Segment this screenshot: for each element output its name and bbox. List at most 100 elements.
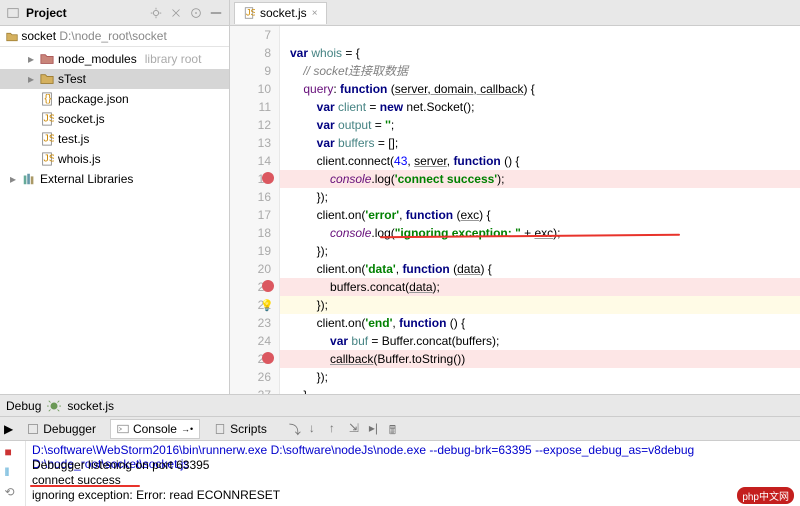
step-out-icon[interactable]: ↑: [329, 421, 345, 437]
line-number: 20: [230, 260, 271, 278]
line-number: 16: [230, 188, 271, 206]
line-number: 12: [230, 116, 271, 134]
line-number[interactable]: 15: [230, 170, 271, 188]
line-number[interactable]: 21: [230, 278, 271, 296]
tree-item-node-modules[interactable]: ▸ node_modules library root: [0, 49, 229, 69]
tree-label: package.json: [58, 92, 129, 106]
line-number: 8: [230, 44, 271, 62]
close-icon[interactable]: ×: [312, 8, 318, 19]
watermark-logo: php中文网: [737, 487, 794, 504]
line-number: 10: [230, 80, 271, 98]
project-header: Project: [0, 0, 229, 26]
line-number: 17: [230, 206, 271, 224]
folder-icon: [40, 72, 54, 86]
tree-item-socket-js[interactable]: JS socket.js: [0, 109, 229, 129]
folder-icon: [40, 52, 54, 66]
annotation-underline: [30, 485, 140, 487]
json-file-icon: {}: [40, 92, 54, 106]
hide-icon[interactable]: [209, 6, 223, 20]
tab-label: socket.js: [260, 6, 307, 20]
line-number: 23: [230, 314, 271, 332]
line-number: 13: [230, 134, 271, 152]
line-number: 7: [230, 26, 271, 44]
line-number: 22💡: [230, 296, 271, 314]
js-file-icon: JS: [40, 152, 54, 166]
console-icon: [117, 423, 129, 435]
line-number: 26: [230, 368, 271, 386]
scripts-icon: [214, 423, 226, 435]
debug-header: Debug socket.js: [0, 394, 800, 416]
intent-bulb-icon[interactable]: 💡: [260, 297, 274, 315]
gutter[interactable]: 7 8 9 10 11 12 13 14 15 16 17 18 19 20 2…: [230, 26, 280, 394]
step-into-icon[interactable]: ↓: [309, 421, 325, 437]
expand-arrow-icon[interactable]: ▸: [28, 52, 36, 66]
console-line: D:\software\WebStorm2016\bin\runnerw.exe…: [32, 443, 794, 458]
expand-arrow-icon[interactable]: ▸: [28, 72, 36, 86]
tree-item-stest[interactable]: ▸ sTest: [0, 69, 229, 89]
tree-item-whois-js[interactable]: JS whois.js: [0, 149, 229, 169]
tab-debugger[interactable]: Debugger: [21, 420, 102, 438]
tree-label: whois.js: [58, 152, 101, 166]
tree-label: sTest: [58, 72, 86, 86]
tab-console[interactable]: Console →•: [110, 419, 200, 439]
project-sidebar: Project socket D:\node_root\socket ▸ nod…: [0, 0, 230, 394]
tree-label: External Libraries: [40, 172, 133, 186]
debug-target: socket.js: [67, 399, 114, 413]
line-number: 9: [230, 62, 271, 80]
debugger-icon: [27, 423, 39, 435]
code-area[interactable]: 7 8 9 10 11 12 13 14 15 16 17 18 19 20 2…: [230, 26, 800, 394]
tree-item-test-js[interactable]: JS test.js: [0, 129, 229, 149]
tab-scripts[interactable]: Scripts: [208, 420, 273, 438]
svg-text:JS: JS: [44, 133, 55, 145]
folder-icon: [6, 31, 18, 43]
target-icon[interactable]: [189, 6, 203, 20]
line-number: 11: [230, 98, 271, 116]
debug-panel: ▶ Debugger Console →• Scripts ⤵ ↓ ↑ ⇲ ▸|…: [0, 416, 800, 506]
expand-arrow-icon[interactable]: ▸: [10, 172, 18, 186]
settings-icon[interactable]: [149, 6, 163, 20]
js-file-icon: JS: [40, 112, 54, 126]
pause-icon[interactable]: ‖: [5, 465, 21, 481]
pin-icon[interactable]: →•: [181, 424, 193, 434]
code-content[interactable]: var whois = { // socket连接取数据 query: func…: [280, 26, 800, 394]
svg-text:JS: JS: [44, 113, 55, 125]
stop-icon[interactable]: ■: [5, 445, 21, 461]
tree-label: test.js: [58, 132, 89, 146]
breakpoint-icon[interactable]: [262, 172, 274, 184]
root-name: socket: [21, 29, 56, 43]
code-editor: JS socket.js × 7 8 9 10 11 12 13 14 15 1…: [230, 0, 800, 394]
run-cursor-icon[interactable]: ▸|: [369, 421, 385, 437]
line-number: 27: [230, 386, 271, 394]
project-title: Project: [26, 6, 143, 20]
collapse-icon[interactable]: [169, 6, 183, 20]
restart-icon[interactable]: ⟲: [5, 485, 21, 501]
js-file-icon: JS: [243, 7, 255, 19]
debug-toolbar: ⤵ ↓ ↑ ⇲ ▸| 🖩: [289, 421, 405, 437]
line-number[interactable]: 25: [230, 350, 271, 368]
eval-icon[interactable]: 🖩: [389, 421, 405, 437]
svg-text:JS: JS: [246, 7, 255, 17]
root-path: D:\node_root\socket: [59, 29, 166, 43]
library-icon: [22, 172, 36, 186]
line-number: 18: [230, 224, 271, 242]
debug-tabs: ▶ Debugger Console →• Scripts ⤵ ↓ ↑ ⇲ ▸|…: [0, 417, 800, 441]
editor-tab-socket[interactable]: JS socket.js ×: [234, 2, 327, 24]
breakpoint-icon[interactable]: [262, 280, 274, 292]
force-step-icon[interactable]: ⇲: [349, 421, 365, 437]
editor-tabs: JS socket.js ×: [230, 0, 800, 26]
tree-item-package-json[interactable]: {} package.json: [0, 89, 229, 109]
console-text[interactable]: D:\software\WebStorm2016\bin\runnerw.exe…: [26, 441, 800, 506]
project-tree: ▸ node_modules library root ▸ sTest {} p…: [0, 47, 229, 191]
rerun-icon[interactable]: ▶: [4, 422, 13, 436]
project-root[interactable]: socket D:\node_root\socket: [0, 26, 229, 47]
step-over-icon[interactable]: ⤵: [289, 421, 305, 437]
js-file-icon: JS: [40, 132, 54, 146]
line-number: 19: [230, 242, 271, 260]
debug-label: Debug: [6, 399, 41, 413]
console-line: ignoring exception: Error: read ECONNRES…: [32, 488, 794, 503]
tree-item-external-libs[interactable]: ▸ External Libraries: [0, 169, 229, 189]
tree-label: socket.js: [58, 112, 105, 126]
svg-text:{}: {}: [44, 93, 52, 105]
tree-label: node_modules: [58, 52, 137, 66]
breakpoint-icon[interactable]: [262, 352, 274, 364]
